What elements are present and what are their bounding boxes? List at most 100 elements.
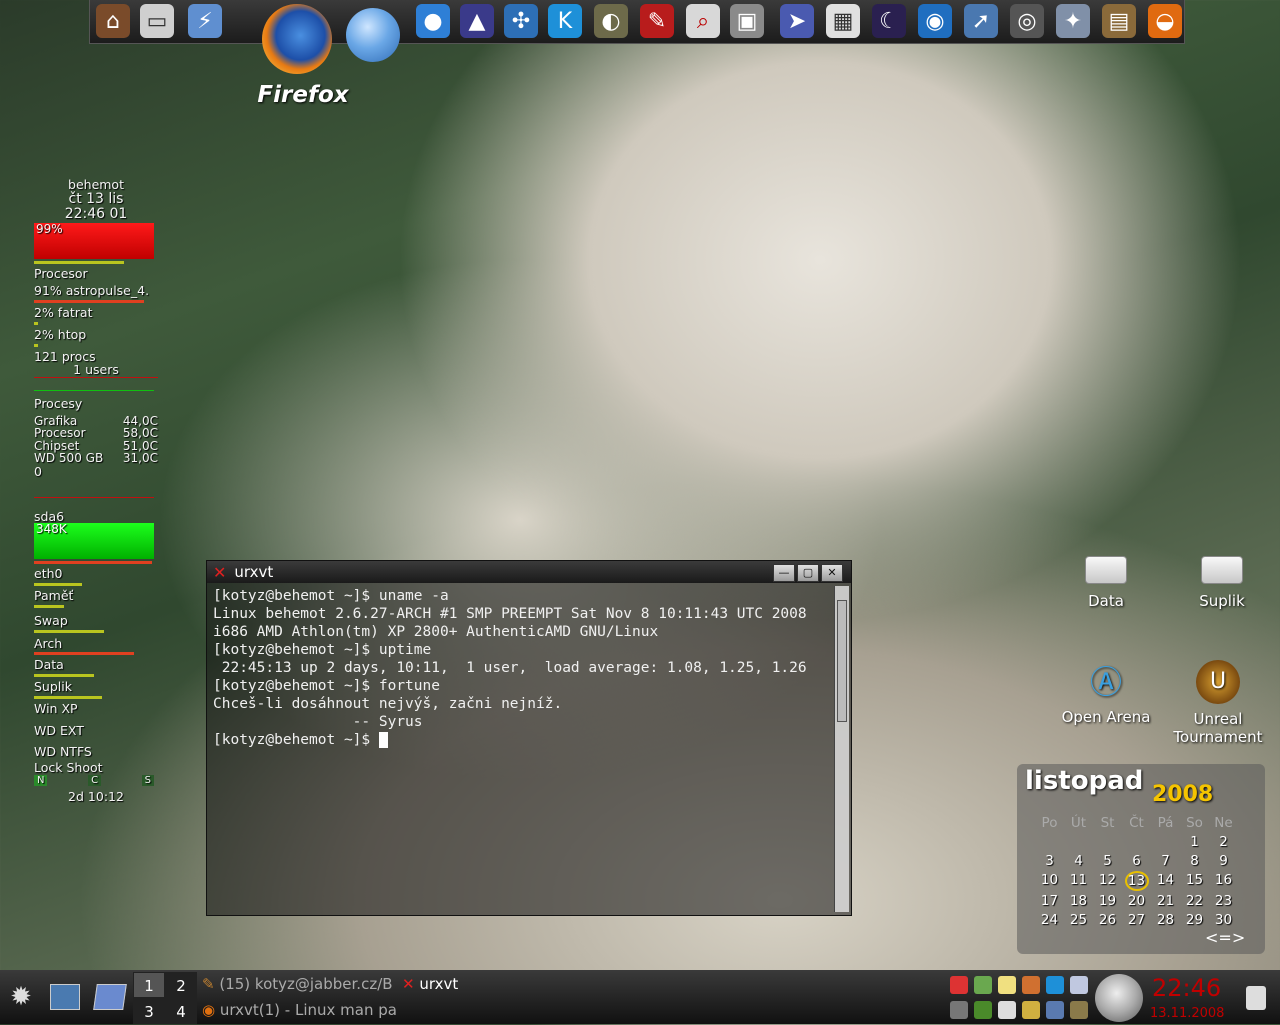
clock[interactable]: 22:46: [1152, 974, 1221, 1002]
calendar-day[interactable]: 30: [1209, 911, 1238, 929]
close-button[interactable]: ✕: [821, 564, 843, 582]
desktop-1[interactable]: 1: [133, 972, 165, 998]
network-icon[interactable]: ✣: [504, 4, 538, 38]
firefox-icon[interactable]: [262, 4, 332, 74]
calendar-day[interactable]: 15: [1180, 871, 1209, 889]
kde-menu-icon[interactable]: ✹: [6, 982, 36, 1012]
calendar-day[interactable]: 8: [1180, 852, 1209, 870]
network-status-icon[interactable]: [974, 976, 992, 994]
calendar-day[interactable]: 28: [1151, 911, 1180, 929]
calendar-day[interactable]: 19: [1093, 892, 1122, 910]
media-icon[interactable]: ✦: [1056, 4, 1090, 38]
desktop-icon-suplik[interactable]: Suplik: [1186, 556, 1258, 610]
calendar-day[interactable]: 21: [1151, 892, 1180, 910]
desktop-icon-open-arena[interactable]: Ⓐ Open Arena: [1055, 664, 1157, 726]
rocket-icon[interactable]: ▲: [460, 4, 494, 38]
network-manager-icon[interactable]: [1046, 1001, 1064, 1019]
keyboard-layout-icon[interactable]: [950, 976, 968, 994]
file-manager-icon[interactable]: [50, 984, 80, 1010]
task-jabber[interactable]: ✎ (15) kotyz@jabber.cz/B: [202, 975, 397, 993]
calendar-day[interactable]: 22: [1180, 892, 1209, 910]
calendar-day[interactable]: 6: [1122, 852, 1151, 870]
trash-icon[interactable]: [1246, 986, 1266, 1010]
mount-suplik: Suplik: [34, 679, 72, 695]
ftp-icon[interactable]: ➚: [964, 4, 998, 38]
weekday-label: Čt: [1129, 815, 1144, 831]
calendar-day[interactable]: 13: [1124, 871, 1149, 891]
clipboard-icon[interactable]: [998, 1001, 1016, 1019]
calendar-day[interactable]: 25: [1064, 911, 1093, 929]
calendar-day[interactable]: 9: [1209, 852, 1238, 870]
calendar-day[interactable]: 16: [1209, 871, 1238, 889]
terminal-titlebar[interactable]: ✕ urxvt: [207, 561, 851, 583]
calendar-day[interactable]: 11: [1064, 871, 1093, 889]
temps-list: Grafika 44,0C Procesor 58,0C Chipset 51,0C …: [34, 415, 158, 465]
pencil-icon[interactable]: ✎: [640, 4, 674, 38]
capslock-indicator: C: [88, 774, 102, 786]
calendar-day[interactable]: 1: [1180, 833, 1209, 851]
task-urxvt[interactable]: ✕ urxvt: [402, 975, 522, 993]
scrollbar-thumb[interactable]: [837, 600, 847, 722]
calendar-day[interactable]: 18: [1064, 892, 1093, 910]
calendar-day[interactable]: 2: [1209, 833, 1238, 851]
terminal-output[interactable]: [kotyz@behemot ~]$ uname -a Linux behemot…: [213, 587, 833, 911]
calendar-day[interactable]: 29: [1180, 911, 1209, 929]
calendar-day[interactable]: 27: [1122, 911, 1151, 929]
chat-icon: ✎: [202, 975, 215, 993]
calendar-day[interactable]: 20: [1122, 892, 1151, 910]
terminal-scrollbar[interactable]: [834, 586, 849, 912]
folder-icon[interactable]: [1022, 1001, 1040, 1019]
notes-icon[interactable]: [998, 976, 1016, 994]
drive-icon[interactable]: ▭: [140, 4, 174, 38]
network-globe-icon[interactable]: [346, 8, 400, 62]
image-viewer-icon[interactable]: ⌕: [686, 4, 720, 38]
kopete-tray-icon[interactable]: [1046, 976, 1064, 994]
desktop-icon-unreal[interactable]: U Unreal Tournament: [1166, 660, 1270, 746]
gimp-icon[interactable]: ◐: [594, 4, 628, 38]
calendar-day[interactable]: 7: [1151, 852, 1180, 870]
calendar-day[interactable]: 26: [1093, 911, 1122, 929]
movie-icon[interactable]: ▤: [1102, 4, 1136, 38]
download-icon[interactable]: [974, 1001, 992, 1019]
disc-icon[interactable]: ◎: [1010, 4, 1044, 38]
calendar-day[interactable]: 5: [1093, 852, 1122, 870]
kopete-icon[interactable]: K: [548, 4, 582, 38]
calendar-day[interactable]: 12: [1093, 871, 1122, 889]
calculator-icon[interactable]: ▦: [826, 4, 860, 38]
weekday-label: Po: [1041, 815, 1058, 831]
home-icon[interactable]: ⌂: [96, 4, 130, 38]
calendar-day[interactable]: 24: [1035, 911, 1064, 929]
terminal-window[interactable]: ✕ urxvt — ▢ ✕ [kotyz@behemot ~]$ uname -…: [206, 560, 852, 916]
calendar-nav-arrows[interactable]: <=>: [1205, 928, 1245, 947]
calendar-day[interactable]: 14: [1151, 871, 1180, 889]
conky-host: behemot: [68, 177, 124, 192]
gimp-tray-icon[interactable]: [1070, 1001, 1088, 1019]
desktop-4[interactable]: 4: [165, 998, 197, 1024]
users-count: 1 users: [34, 363, 158, 379]
calendar-day[interactable]: 10: [1035, 871, 1064, 889]
minimize-button[interactable]: —: [773, 564, 795, 582]
desktop-icon-data[interactable]: Data: [1070, 556, 1142, 610]
rss-icon[interactable]: [1022, 976, 1040, 994]
vlc-icon[interactable]: ◒: [1148, 4, 1182, 38]
kde-earth-icon[interactable]: ●: [416, 4, 450, 38]
presentation-icon[interactable]: ➤: [780, 4, 814, 38]
mail-icon[interactable]: [1070, 976, 1088, 994]
desktop-3[interactable]: 3: [133, 998, 165, 1024]
night-icon[interactable]: ☾: [872, 4, 906, 38]
task-label: urxvt: [419, 975, 459, 993]
volume-icon[interactable]: [950, 1001, 968, 1019]
calendar-day[interactable]: 3: [1035, 852, 1064, 870]
usb-icon[interactable]: ⚡: [188, 4, 222, 38]
camera-icon[interactable]: ▣: [730, 4, 764, 38]
task-man-page[interactable]: ◉ urxvt(1) - Linux man pa: [202, 1001, 397, 1019]
terminal-line: i686 AMD Athlon(tm) XP 2800+ AuthenticAM…: [213, 624, 659, 640]
calendar-day[interactable]: 23: [1209, 892, 1238, 910]
browser-icon[interactable]: ◉: [918, 4, 952, 38]
maximize-button[interactable]: ▢: [797, 564, 819, 582]
mount-winxp: Win XP: [34, 700, 78, 716]
calendar-day[interactable]: 4: [1064, 852, 1093, 870]
calendar-day[interactable]: 17: [1035, 892, 1064, 910]
desktop-2[interactable]: 2: [165, 972, 197, 998]
show-desktop-icon[interactable]: [93, 984, 127, 1010]
